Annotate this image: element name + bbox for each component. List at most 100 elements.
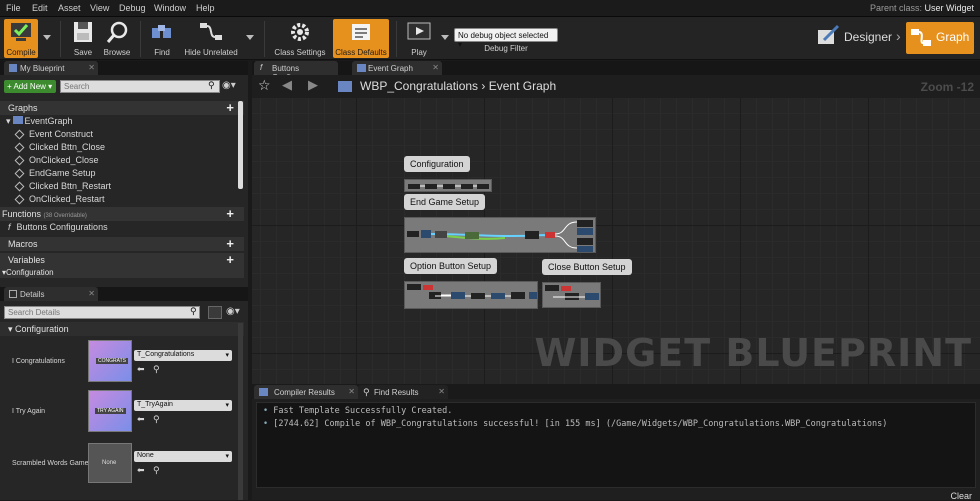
eye-icon[interactable]: ◉▾ (222, 80, 236, 91)
blueprint-search-input[interactable] (60, 80, 220, 93)
close-icon[interactable]: ✕ (88, 289, 95, 298)
add-new-button[interactable]: + Add New ▾ (4, 80, 56, 93)
menu-view[interactable]: View (90, 3, 109, 13)
comment-box[interactable] (404, 179, 492, 192)
comment-title[interactable]: End Game Setup (404, 194, 486, 210)
tab-details[interactable]: Details ✕ (4, 287, 98, 301)
property-row-scrambled-words-game: Scrambled Words Game None None ▾ ⬅ ⚲ (0, 438, 244, 488)
find-button[interactable]: Find (146, 19, 178, 58)
menu-window[interactable]: Window (154, 3, 186, 13)
use-selected-arrow-icon[interactable]: ⬅ (137, 465, 145, 476)
play-button[interactable]: Play (402, 19, 436, 58)
add-graph-plus-icon[interactable]: + (226, 101, 234, 114)
close-icon[interactable]: ✕ (432, 63, 439, 72)
graph-canvas[interactable]: Configuration End Game Setup Option Butt… (252, 98, 980, 384)
tree-item-event[interactable]: OnClicked_Close (14, 155, 260, 166)
comment-box[interactable] (404, 281, 538, 309)
tree-item-event[interactable]: Clicked Bttn_Restart (14, 181, 260, 192)
event-graph-icon (12, 116, 23, 124)
hide-unrelated-button[interactable]: Hide Unrelated (182, 19, 240, 58)
bottom-panel: Compiler Results ✕ ⚲ Find Results ✕ • Fast … (252, 385, 980, 501)
event-graph-icon (357, 64, 366, 72)
class-defaults-button[interactable]: Class Defaults (333, 19, 389, 58)
menu-debug[interactable]: Debug (119, 3, 146, 13)
use-selected-arrow-icon[interactable]: ⬅ (137, 414, 145, 425)
tree-item-event[interactable]: OnClicked_Restart (14, 194, 260, 205)
event-graph-icon (338, 81, 352, 92)
details-configuration-section[interactable]: ▾ Configuration (0, 322, 244, 336)
browse-asset-search-icon[interactable]: ⚲ (153, 364, 160, 375)
tree-scrollbar[interactable] (238, 101, 243, 189)
add-function-plus-icon[interactable]: + (226, 207, 234, 220)
tab-my-blueprint[interactable]: My Blueprint ✕ (4, 61, 98, 75)
compile-options-chevron-down-icon[interactable] (43, 35, 51, 41)
texture-thumbnail[interactable]: CONGRATS (88, 340, 132, 382)
use-selected-arrow-icon[interactable]: ⬅ (137, 364, 145, 375)
forward-arrow-icon[interactable]: ▶ (308, 77, 318, 93)
functions-section-header[interactable]: Functions (38 Overridable) + (0, 207, 244, 221)
comment-box[interactable] (542, 282, 601, 308)
menu-edit[interactable]: Edit (32, 3, 48, 13)
tab-buttons-configurations[interactable]: fButtons Configura (254, 61, 338, 82)
grid-view-icon[interactable] (208, 306, 222, 319)
tab-compiler-results[interactable]: Compiler Results ✕ (254, 385, 358, 399)
save-icon (74, 22, 92, 42)
save-button[interactable]: Save (66, 19, 100, 58)
zoom-level: Zoom -12 (920, 80, 974, 94)
details-scrollbar[interactable] (238, 323, 243, 500)
tree-item-event[interactable]: Event Construct (14, 129, 260, 140)
graphs-section-header[interactable]: Graphs + (0, 101, 244, 115)
event-node-icon (14, 142, 25, 153)
favorite-star-icon[interactable]: ☆ (258, 77, 271, 94)
close-icon[interactable]: ✕ (348, 387, 355, 396)
class-settings-button[interactable]: Class Settings (272, 19, 328, 58)
macros-section-header[interactable]: Macros + (0, 237, 244, 251)
variables-section-header[interactable]: Variables + (0, 253, 244, 267)
add-macro-plus-icon[interactable]: + (226, 237, 234, 250)
menu-asset[interactable]: Asset (58, 3, 81, 13)
compile-button[interactable]: Compile (4, 19, 38, 58)
tree-item-function[interactable]: f Buttons Configurations (8, 222, 252, 232)
tree-item-event[interactable]: EndGame Setup (14, 168, 260, 179)
menu-help[interactable]: Help (196, 3, 215, 13)
designer-mode-button[interactable]: Designer › (812, 22, 901, 54)
texture-thumbnail[interactable]: None (88, 443, 132, 483)
debug-object-select[interactable]: No debug object selected ▾ (454, 28, 558, 49)
tab-event-graph[interactable]: Event Graph ✕ (352, 61, 442, 75)
comment-title[interactable]: Close Button Setup (542, 259, 632, 275)
asset-select[interactable]: None ▾ (134, 451, 232, 462)
details-search-input[interactable] (4, 306, 200, 319)
asset-select[interactable]: T_TryAgain ▾ (134, 400, 232, 411)
breadcrumb: WBP_Congratulations › Event Graph (360, 79, 556, 93)
tree-item-eventgraph[interactable]: ▾ EventGraph (6, 116, 250, 127)
menu-file[interactable]: File (6, 3, 21, 13)
find-icon (152, 25, 171, 38)
details-tabstrip: Details ✕ (0, 287, 248, 301)
tree-item-label: Event Construct (29, 129, 94, 139)
browse-asset-search-icon[interactable]: ⚲ (153, 465, 160, 476)
asset-select[interactable]: T_Congratulations ▾ (134, 350, 232, 361)
tree-item-label: Buttons Configurations (16, 222, 108, 232)
tab-label: Event Graph (368, 64, 413, 73)
comment-box[interactable] (404, 217, 596, 253)
add-variable-plus-icon[interactable]: + (226, 253, 234, 266)
eye-icon[interactable]: ◉▾ (226, 306, 240, 317)
close-icon[interactable]: ✕ (438, 387, 445, 396)
tab-find-results[interactable]: ⚲ Find Results ✕ (358, 385, 448, 399)
hide-unrelated-chevron-down-icon[interactable] (246, 35, 254, 41)
graph-mode-button[interactable]: Graph (906, 22, 974, 54)
graph-mode-icon (911, 29, 931, 46)
parent-class-value[interactable]: User Widget (924, 3, 974, 13)
breadcrumb-root[interactable]: WBP_Congratulations (360, 79, 478, 93)
back-arrow-icon[interactable]: ◀ (282, 77, 292, 93)
debug-filter-label: Debug Filter (484, 44, 528, 53)
browse-button[interactable]: Browse (100, 19, 134, 58)
comment-title[interactable]: Configuration (404, 156, 470, 172)
texture-thumbnail[interactable]: TRY AGAIN (88, 390, 132, 432)
comment-title[interactable]: Option Button Setup (404, 258, 498, 274)
play-options-chevron-down-icon[interactable] (441, 35, 449, 41)
tree-item-event[interactable]: Clicked Bttn_Close (14, 142, 260, 153)
close-icon[interactable]: ✕ (88, 63, 95, 72)
browse-asset-search-icon[interactable]: ⚲ (153, 414, 160, 425)
configuration-category-header[interactable]: ▾Configuration (0, 267, 244, 278)
